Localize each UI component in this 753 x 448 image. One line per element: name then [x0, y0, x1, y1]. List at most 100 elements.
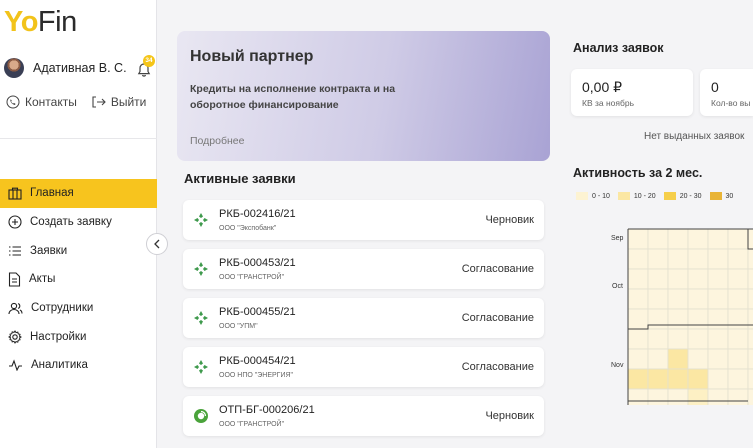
heatmap-cell: [687, 268, 709, 290]
divider: [0, 138, 157, 139]
promo-text: Кредиты на исполнение контракта и на обо…: [190, 83, 396, 111]
kv-value: 0,00 ₽: [582, 79, 623, 95]
heatmap-cell: [707, 268, 729, 290]
sidebar: YoFin Адативная В. С. 34 Контакты Выйти: [0, 0, 157, 448]
heatmap-cell: [747, 288, 753, 310]
heatmap-cell: [747, 348, 753, 370]
heatmap-cell: [747, 368, 753, 390]
heatmap-cell: [647, 268, 669, 290]
legend-item: 20 - 30: [663, 192, 702, 200]
nav-label: Настройки: [30, 330, 87, 343]
legend-item: 0 - 10: [576, 192, 610, 200]
heatmap-cell: [627, 288, 649, 310]
heatmap-cell: [707, 288, 729, 310]
request-card[interactable]: РКБ-000455/21 ООО "УПМ" Согласование: [183, 298, 544, 338]
list-icon: [9, 246, 21, 256]
heatmap-cell: [707, 228, 729, 250]
contacts-link[interactable]: Контакты: [6, 95, 77, 109]
gear-icon: [8, 329, 22, 344]
request-org: ООО "УПМ": [219, 323, 258, 330]
heatmap-cell: [747, 308, 753, 330]
heatmap-cell: [627, 268, 649, 290]
heatmap-cell: [707, 368, 729, 390]
heatmap-cell: [687, 248, 709, 270]
request-number: РКБ-000453/21: [219, 257, 296, 269]
promo-banner[interactable]: Новый партнер Кредиты на исполнение конт…: [177, 31, 550, 161]
legend-item: 10 - 20: [617, 192, 656, 200]
heatmap-cell: [647, 328, 669, 350]
plus-circle-icon: [8, 215, 22, 229]
activity-heatmap: [600, 225, 753, 405]
heatmap-cell: [667, 388, 689, 405]
promo-more-link[interactable]: Подробнее: [190, 135, 244, 147]
heatmap-cell: [687, 288, 709, 310]
heatmap-cell: [747, 248, 753, 270]
nav-item-settings[interactable]: Настройки: [0, 322, 157, 351]
request-status: Согласование: [461, 263, 534, 275]
nav-item-analytics[interactable]: Аналитика: [0, 351, 157, 380]
kv-card: 0,00 ₽ КВ за ноябрь: [571, 69, 693, 116]
collapse-sidebar-button[interactable]: [146, 233, 168, 255]
nav-item-home[interactable]: Главная: [0, 179, 157, 208]
legend-swatch: [709, 192, 722, 200]
rkb-bank-icon: [194, 213, 208, 227]
document-icon: [8, 272, 21, 287]
count-card: 0 Кол-во вы: [700, 69, 753, 116]
user-name: Адативная В. С.: [33, 61, 127, 75]
request-card[interactable]: РКБ-000454/21 ООО НПО "ЭНЕРГИЯ" Согласов…: [183, 347, 544, 387]
active-requests-title: Активные заявки: [184, 171, 296, 186]
pulse-icon: [9, 359, 22, 372]
heatmap-cell: [707, 328, 729, 350]
notification-badge: 34: [143, 55, 155, 67]
request-card[interactable]: РКБ-002416/21 ООО "Экспобанк" Черновик: [183, 200, 544, 240]
request-org: ООО НПО "ЭНЕРГИЯ": [219, 372, 294, 379]
heatmap-grid: [627, 228, 753, 405]
nav-item-acts[interactable]: Акты: [0, 265, 157, 294]
heatmap-cell: [667, 308, 689, 330]
nav-label: Создать заявку: [30, 216, 112, 229]
heatmap-cell: [647, 228, 669, 250]
nav-item-employees[interactable]: Сотрудники: [0, 294, 157, 323]
request-number: РКБ-000455/21: [219, 306, 296, 318]
nav-label: Сотрудники: [31, 302, 94, 315]
avatar: [4, 58, 24, 78]
nav-label: Акты: [29, 273, 56, 286]
heatmap-cell: [627, 308, 649, 330]
heatmap-cell: [687, 228, 709, 250]
heatmap-cell: [647, 368, 669, 390]
request-card[interactable]: ОТП-БГ-000206/21 ООО "ГРАНСТРОЙ" Чернови…: [183, 396, 544, 436]
heatmap-cell: [667, 368, 689, 390]
heatmap-cell: [747, 228, 753, 250]
heatmap-cell: [627, 328, 649, 350]
request-org: ООО "ГРАНСТРОЙ": [219, 274, 285, 281]
request-status: Согласование: [461, 312, 534, 324]
promo-title: Новый партнер: [190, 48, 314, 65]
chevron-left-icon: [154, 239, 160, 249]
user-profile[interactable]: Адативная В. С.: [4, 58, 127, 78]
logout-icon: [92, 96, 106, 108]
heatmap-cell: [627, 248, 649, 270]
rkb-bank-icon: [194, 311, 208, 325]
request-org: ООО "Экспобанк": [219, 225, 277, 232]
heatmap-cell: [627, 348, 649, 370]
rkb-bank-icon: [194, 262, 208, 276]
app-logo[interactable]: YoFin: [4, 6, 77, 39]
heatmap-cell: [707, 388, 729, 405]
heatmap-cell: [747, 388, 753, 405]
empty-state-text: Нет выданных заявок: [644, 131, 745, 142]
heatmap-cell: [727, 348, 749, 370]
heatmap-cell: [727, 368, 749, 390]
user-links: Контакты Выйти: [6, 95, 146, 109]
heatmap-cell: [667, 268, 689, 290]
legend-swatch: [663, 192, 676, 200]
request-number: ОТП-БГ-000206/21: [219, 404, 315, 416]
heatmap-cell: [667, 228, 689, 250]
otp-bank-icon: [194, 409, 208, 423]
nav-item-requests[interactable]: Заявки: [0, 236, 157, 265]
heatmap-cell: [707, 308, 729, 330]
request-card[interactable]: РКБ-000453/21 ООО "ГРАНСТРОЙ" Согласован…: [183, 249, 544, 289]
main-nav: Главная Создать заявку Заявки Акты Сотру…: [0, 179, 157, 380]
logout-link[interactable]: Выйти: [91, 95, 146, 109]
nav-item-create-request[interactable]: Создать заявку: [0, 208, 157, 237]
heatmap-cell: [627, 388, 649, 405]
